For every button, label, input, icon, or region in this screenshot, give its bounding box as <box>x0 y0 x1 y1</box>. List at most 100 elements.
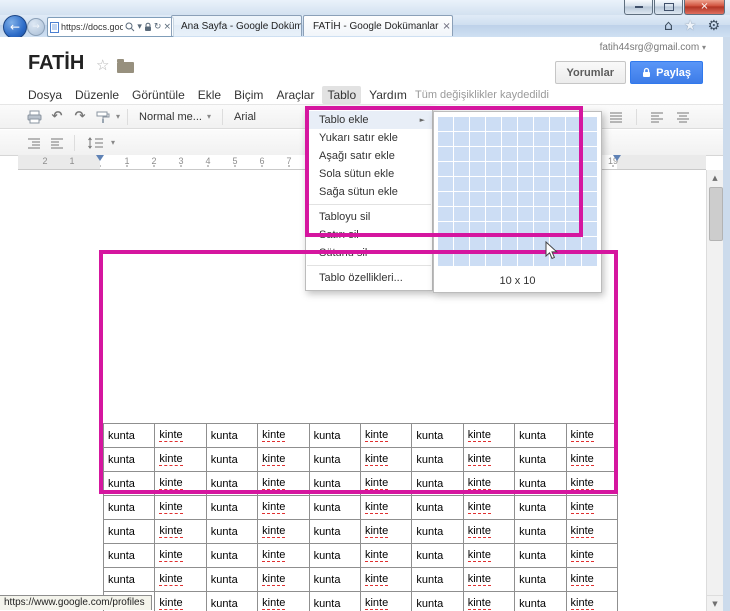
address-bar[interactable]: https://docs.goo... ▾ ↻ × <box>47 17 174 37</box>
grid-cell[interactable] <box>454 147 469 161</box>
grid-cell[interactable] <box>566 207 581 221</box>
print-button[interactable] <box>24 107 44 126</box>
table-cell[interactable]: kinte <box>155 448 206 472</box>
style-selector[interactable]: Normal me... ▾ <box>135 111 215 123</box>
grid-cell[interactable] <box>454 192 469 206</box>
grid-cell[interactable] <box>502 162 517 176</box>
table-cell[interactable]: kinte <box>361 544 412 568</box>
table-cell[interactable]: kinte <box>155 592 206 611</box>
table-cell[interactable]: kunta <box>412 544 463 568</box>
table-cell[interactable]: kinte <box>464 520 515 544</box>
grid-cell[interactable] <box>470 147 485 161</box>
grid-cell[interactable] <box>582 162 597 176</box>
grid-cell[interactable] <box>518 207 533 221</box>
table-cell[interactable]: kunta <box>104 544 155 568</box>
table-cell[interactable]: kunta <box>515 592 566 611</box>
table-cell[interactable]: kinte <box>155 520 206 544</box>
menubar-item-dosya[interactable]: Dosya <box>23 86 67 104</box>
menubar-item-ekle[interactable]: Ekle <box>193 86 226 104</box>
grid-cell[interactable] <box>518 147 533 161</box>
table-cell[interactable]: kunta <box>515 568 566 592</box>
grid-cell[interactable] <box>518 177 533 191</box>
menubar-item-düzenle[interactable]: Düzenle <box>70 86 124 104</box>
tab-ana-sayfa[interactable]: Ana Sayfa - Google Dokümanlar <box>171 15 302 36</box>
tab-fatih-active[interactable]: FATİH - Google Dokümanlar × <box>303 15 453 36</box>
right-margin-marker[interactable] <box>613 155 621 161</box>
table-cell[interactable]: kinte <box>155 472 206 496</box>
grid-cell[interactable] <box>534 222 549 236</box>
table-cell[interactable]: kunta <box>412 496 463 520</box>
grid-cell[interactable] <box>566 192 581 206</box>
grid-cell[interactable] <box>438 177 453 191</box>
minimize-button[interactable] <box>624 0 653 15</box>
grid-cell[interactable] <box>566 222 581 236</box>
table-cell[interactable]: kunta <box>515 424 566 448</box>
indent-decrease-button[interactable] <box>24 133 44 152</box>
table-cell[interactable]: kunta <box>207 568 258 592</box>
left-margin-marker[interactable] <box>96 155 104 161</box>
grid-cell[interactable] <box>534 207 549 221</box>
indent-increase-button[interactable] <box>47 133 67 152</box>
table-cell[interactable]: kunta <box>207 592 258 611</box>
grid-cell[interactable] <box>550 192 565 206</box>
table-cell[interactable]: kinte <box>155 544 206 568</box>
table-cell[interactable]: kinte <box>464 592 515 611</box>
table-cell[interactable]: kunta <box>104 496 155 520</box>
table-cell[interactable]: kinte <box>464 448 515 472</box>
star-document-icon[interactable]: ☆ <box>96 56 109 74</box>
table-cell[interactable]: kunta <box>412 568 463 592</box>
table-cell[interactable]: kinte <box>258 592 309 611</box>
table-cell[interactable]: kinte <box>258 448 309 472</box>
table-cell[interactable]: kinte <box>567 496 618 520</box>
table-cell[interactable]: kunta <box>515 520 566 544</box>
address-dropdown-icon[interactable]: ▾ <box>137 22 142 32</box>
table-cell[interactable]: kinte <box>361 520 412 544</box>
grid-cell[interactable] <box>470 117 485 131</box>
grid-cell[interactable] <box>454 252 469 266</box>
favorites-star-icon[interactable]: ★ <box>684 18 697 34</box>
grid-cell[interactable] <box>518 162 533 176</box>
grid-cell[interactable] <box>582 132 597 146</box>
grid-cell[interactable] <box>518 132 533 146</box>
menu-item[interactable]: Sola sütun ekle <box>306 165 432 183</box>
table-cell[interactable]: kunta <box>515 472 566 496</box>
grid-cell[interactable] <box>454 222 469 236</box>
table-cell[interactable]: kinte <box>155 568 206 592</box>
table-cell[interactable]: kinte <box>361 568 412 592</box>
paint-format-button[interactable] <box>93 107 113 126</box>
grid-cell[interactable] <box>486 237 501 251</box>
table-cell[interactable]: kunta <box>310 448 361 472</box>
table-cell[interactable]: kinte <box>567 424 618 448</box>
menubar-item-araçlar[interactable]: Araçlar <box>271 86 319 104</box>
grid-cell[interactable] <box>470 222 485 236</box>
grid-cell[interactable] <box>470 162 485 176</box>
grid-cell[interactable] <box>502 132 517 146</box>
table-cell[interactable]: kunta <box>412 424 463 448</box>
table-cell[interactable]: kunta <box>104 424 155 448</box>
scroll-down-icon[interactable]: ▼ <box>707 595 723 611</box>
tab-close-icon[interactable]: × <box>442 21 450 32</box>
table-cell[interactable]: kunta <box>207 520 258 544</box>
table-cell[interactable]: kunta <box>515 448 566 472</box>
grid-cell[interactable] <box>486 147 501 161</box>
grid-cell[interactable] <box>486 252 501 266</box>
grid-cell[interactable] <box>518 237 533 251</box>
grid-cell[interactable] <box>454 132 469 146</box>
line-spacing-button[interactable] <box>82 133 108 152</box>
table-cell[interactable]: kinte <box>567 544 618 568</box>
line-spacing-caret-icon[interactable]: ▾ <box>111 138 115 147</box>
grid-cell[interactable] <box>582 117 597 131</box>
grid-cell[interactable] <box>550 147 565 161</box>
grid-cell[interactable] <box>454 237 469 251</box>
menubar-item-yardım[interactable]: Yardım <box>364 86 412 104</box>
table-cell[interactable]: kunta <box>412 520 463 544</box>
grid-cell[interactable] <box>582 207 597 221</box>
grid-cell[interactable] <box>534 192 549 206</box>
table-cell[interactable]: kinte <box>567 448 618 472</box>
table-cell[interactable]: kinte <box>464 424 515 448</box>
table-cell[interactable]: kinte <box>258 472 309 496</box>
grid-cell[interactable] <box>486 207 501 221</box>
table-cell[interactable]: kunta <box>104 520 155 544</box>
table-cell[interactable]: kinte <box>361 592 412 611</box>
grid-cell[interactable] <box>550 117 565 131</box>
